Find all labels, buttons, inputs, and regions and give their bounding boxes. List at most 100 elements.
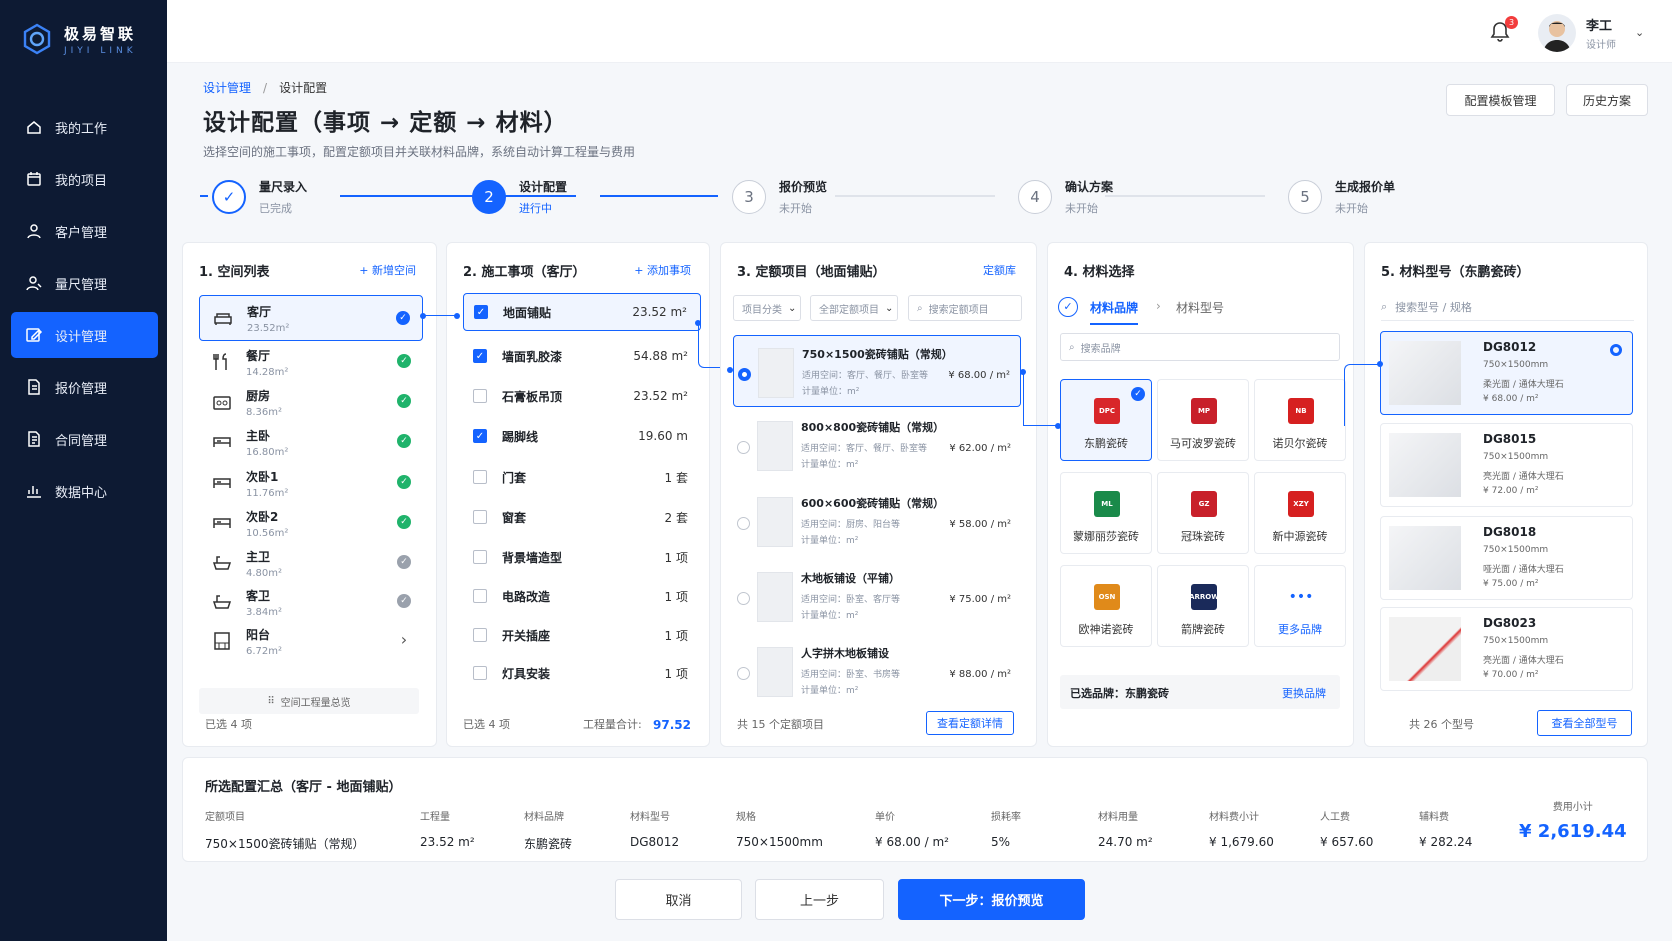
tab-model[interactable]: 材料型号 (1176, 299, 1224, 316)
quota-item[interactable]: 750×1500瓷砖铺贴（常规） 适用空间：客厅、餐厅、卧室等 计量单位：m² ¥ 6… (733, 335, 1021, 407)
stove-icon (211, 391, 233, 413)
bed-icon (211, 472, 233, 494)
quota-filter-select[interactable]: 全部定额项目 ⌄ (810, 295, 898, 321)
sidebar-item-4[interactable]: 设计管理 (11, 312, 158, 358)
model-panel: 5. 材料型号（东鹏瓷砖） ⌕ 搜索型号 / 规格 DG8012 750×1500m… (1364, 242, 1648, 747)
step-state: 未开始 (1065, 202, 1098, 215)
model-card[interactable]: DG8012 750×1500mm 柔光面 / 通体大理石 ¥ 68.00 / m² (1380, 331, 1633, 415)
quota-radio[interactable] (737, 517, 750, 530)
check-circle-icon: ✓ (397, 354, 411, 368)
quota-radio[interactable] (738, 368, 751, 381)
room-item[interactable]: 客厅 23.52m² ✓ (199, 295, 423, 341)
quota-radio[interactable] (737, 667, 750, 680)
sidebar-item-7[interactable]: 数据中心 (11, 468, 158, 514)
brand-card[interactable]: DPC 东鹏瓷砖 ✓ (1060, 379, 1152, 461)
model-search-input[interactable]: ⌕ 搜索型号 / 规格 (1381, 293, 1634, 321)
history-button[interactable]: 历史方案 (1566, 84, 1648, 116)
task-name: 门套 (502, 470, 527, 485)
step-number: 4 (1018, 180, 1052, 214)
change-brand-link[interactable]: 更换品牌 (1282, 685, 1326, 701)
sidebar-item-1[interactable]: 我的项目 (11, 156, 158, 202)
category-select[interactable]: 项目分类 ⌄ (733, 295, 801, 321)
brand-card[interactable]: MP 马可波罗瓷砖 (1157, 379, 1249, 461)
brand-card[interactable]: NB 诺贝尔瓷砖 (1254, 379, 1346, 461)
brand-card[interactable]: ML 蒙娜丽莎瓷砖 (1060, 472, 1152, 554)
tab-brand[interactable]: 材料品牌 (1090, 299, 1139, 325)
avatar[interactable] (1538, 14, 1576, 52)
sidebar-item-6[interactable]: 合同管理 (11, 416, 158, 462)
user-icon (27, 224, 41, 239)
task-checkbox[interactable] (473, 666, 487, 680)
task-item[interactable]: 石膏板吊顶 23.52 m² (463, 377, 701, 415)
quota-item[interactable]: 木地板铺设（平铺） 适用空间：卧室、客厅等 计量单位：m² ¥ 75.00 / m² (733, 560, 1021, 632)
task-checkbox[interactable] (473, 550, 487, 564)
chevron-down-icon[interactable]: ⌄ (1635, 26, 1644, 39)
prev-step-button[interactable]: 上一步 (755, 879, 884, 920)
brand-card[interactable]: XZY 新中源瓷砖 (1254, 472, 1346, 554)
all-models-button[interactable]: 查看全部型号 (1537, 710, 1632, 736)
brand-card[interactable]: GZ 冠珠瓷砖 (1157, 472, 1249, 554)
template-manage-button[interactable]: 配置模板管理 (1446, 84, 1555, 116)
quota-search-input[interactable]: ⌕ 搜索定额项目 (908, 295, 1022, 321)
logo[interactable]: 极易智联 JIYI LINK (20, 22, 137, 56)
add-room-button[interactable]: + 新增空间 (359, 262, 416, 278)
model-card[interactable]: DG8015 750×1500mm 亮光面 / 通体大理石 ¥ 72.00 / m² (1380, 423, 1633, 507)
quota-radio[interactable] (737, 441, 750, 454)
task-checkbox[interactable]: ✓ (473, 429, 487, 443)
task-item[interactable]: 灯具安装 1 项 (463, 654, 701, 692)
task-checkbox[interactable]: ✓ (473, 349, 487, 363)
summary-value: ¥ 657.60 (1320, 835, 1374, 849)
check-circle-icon: ✓ (397, 434, 411, 448)
sidebar-item-5[interactable]: 报价管理 (11, 364, 158, 410)
brand-logo: XZY (1288, 491, 1314, 517)
task-item[interactable]: 门套 1 套 (463, 458, 701, 496)
task-checkbox[interactable] (473, 589, 487, 603)
sidebar-item-2[interactable]: 客户管理 (11, 208, 158, 254)
room-area: 6.72m² (246, 645, 283, 657)
cancel-button[interactable]: 取消 (615, 879, 742, 920)
model-radio[interactable] (1610, 344, 1622, 356)
task-checkbox[interactable] (473, 510, 487, 524)
quota-item[interactable]: 800×800瓷砖铺贴（常规） 适用空间：客厅、餐厅、卧室等 计量单位：m² ¥ 62… (733, 409, 1021, 481)
task-item[interactable]: 开关插座 1 项 (463, 616, 701, 654)
task-item[interactable]: ✓ 踢脚线 19.60 m (463, 417, 701, 455)
next-step-button[interactable]: 下一步：报价预览 (898, 879, 1085, 920)
sidebar-item-0[interactable]: 我的工作 (11, 104, 158, 150)
sidebar-item-3[interactable]: 量尺管理 (11, 260, 158, 306)
task-checkbox[interactable] (473, 389, 487, 403)
breadcrumb-parent[interactable]: 设计管理 (203, 81, 251, 95)
task-item[interactable]: 窗套 2 套 (463, 498, 701, 536)
quota-scope: 适用空间：客厅、餐厅、卧室等 (802, 371, 929, 381)
model-card[interactable]: DG8018 750×1500mm 哑光面 / 通体大理石 ¥ 75.00 / m² (1380, 516, 1633, 600)
quota-radio[interactable] (737, 592, 750, 605)
summary-value: ¥ 1,679.60 (1209, 835, 1274, 849)
task-name: 电路改造 (502, 589, 551, 604)
task-checkbox[interactable]: ✓ (474, 305, 488, 319)
quota-price: ¥ 68.00 / m² (948, 370, 1010, 381)
model-card[interactable]: DG8023 750×1500mm 亮光面 / 通体大理石 ¥ 70.00 / m² (1380, 607, 1633, 691)
quota-detail-button[interactable]: 查看定额详情 (926, 711, 1014, 735)
task-item[interactable]: 背景墙造型 1 项 (463, 538, 701, 576)
selected-brand-bar: 已选品牌：东鹏瓷砖 更换品牌 (1060, 675, 1340, 709)
step-state: 未开始 (779, 202, 812, 215)
task-item[interactable]: ✓ 墙面乳胶漆 54.88 m² (463, 337, 701, 375)
summary-column: 工程量 23.52 m² (420, 808, 475, 849)
brand-search-input[interactable]: ⌕ 搜索品牌 (1060, 333, 1340, 361)
brand-card[interactable]: ••• 更多品牌 (1254, 565, 1346, 647)
room-overview-button[interactable]: ⠿ 空间工程量总览 (199, 688, 419, 714)
brand-card[interactable]: OSN 欧神诺瓷砖 (1060, 565, 1152, 647)
add-task-button[interactable]: + 添加事项 (634, 262, 691, 278)
quota-item[interactable]: 人字拼木地板铺设 适用空间：卧室、书房等 计量单位：m² ¥ 88.00 / m² (733, 635, 1021, 707)
task-item[interactable]: ✓ 地面铺贴 23.52 m² (463, 293, 701, 331)
room-item[interactable]: 主卧 16.80m² ✓ (199, 419, 423, 465)
room-item[interactable]: 阳台 6.72m² › (199, 618, 423, 664)
summary-value: DG8012 (630, 835, 680, 849)
brand-card[interactable]: ARROW 箭牌瓷砖 (1157, 565, 1249, 647)
quota-item[interactable]: 600×600瓷砖铺贴（常规） 适用空间：厨房、阳台等 计量单位：m² ¥ 58.00… (733, 485, 1021, 557)
task-checkbox[interactable] (473, 628, 487, 642)
summary-header: 工程量 (420, 812, 450, 823)
summary-panel: 所选配置汇总（客厅 - 地面铺贴） 定额项目 750×1500瓷砖铺贴（常规） 工程… (182, 757, 1648, 862)
task-item[interactable]: 电路改造 1 项 (463, 577, 701, 615)
task-checkbox[interactable] (473, 470, 487, 484)
quota-library-link[interactable]: 定额库 (983, 262, 1016, 278)
